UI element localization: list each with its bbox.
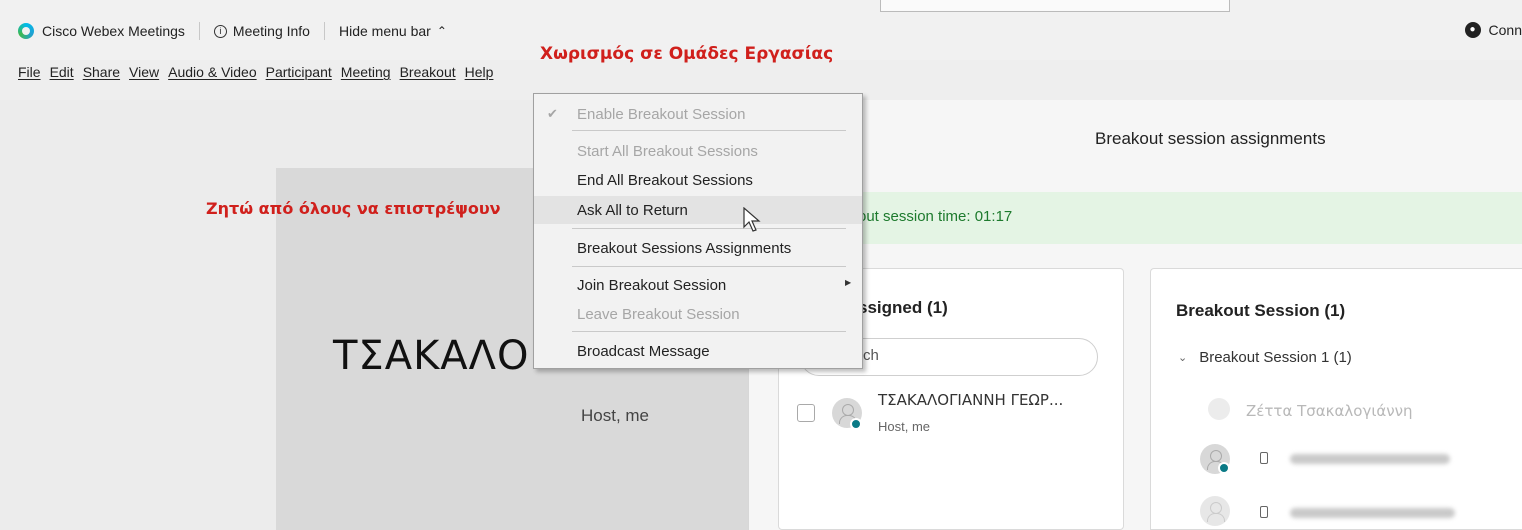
participant-name: ΤΣΑΚΑΛΟΓΙΑΝΝΗ ΓΕΩΡ... <box>878 391 1064 409</box>
menu-view[interactable]: View <box>129 64 159 80</box>
menu-audio-video[interactable]: Audio & Video <box>168 64 256 80</box>
menu-item-start-all[interactable]: Start All Breakout Sessions <box>534 137 862 165</box>
menu-breakout[interactable]: Breakout <box>400 64 456 80</box>
menu-item-label: Broadcast Message <box>577 343 710 360</box>
app-title: Cisco Webex Meetings <box>42 23 185 39</box>
menu-separator <box>572 266 846 267</box>
unassigned-title: ssigned (1) <box>858 298 948 317</box>
app-header: Cisco Webex Meetings i Meeting Info Hide… <box>18 22 447 40</box>
participant-checkbox[interactable] <box>797 404 815 422</box>
menu-item-end-all[interactable]: End All Breakout Sessions <box>534 166 862 194</box>
menu-item-leave-session[interactable]: Leave Breakout Session <box>534 300 862 328</box>
webex-logo-icon <box>18 23 34 39</box>
chevron-down-icon: ⌄ <box>1178 352 1188 364</box>
hide-menu-bar-label: Hide menu bar <box>338 23 431 39</box>
connect-button[interactable]: ● Conn <box>1464 22 1522 38</box>
meeting-info-label: Meeting Info <box>232 23 310 39</box>
menu-participant[interactable]: Participant <box>266 64 332 80</box>
checkmark-icon: ✔ <box>547 106 558 121</box>
menu-edit[interactable]: Edit <box>50 64 74 80</box>
menu-item-label: Start All Breakout Sessions <box>577 143 758 160</box>
annotation-breakout: Χωρισμός σε Ομάδες Εργασίας <box>540 44 834 64</box>
breakout-dropdown-menu: ✔ Enable Breakout Session Start All Brea… <box>533 93 863 369</box>
phone-icon <box>1260 452 1268 464</box>
status-indicator-icon <box>850 418 862 430</box>
menu-item-label: Breakout Sessions Assignments <box>577 240 792 257</box>
menu-separator <box>572 130 846 131</box>
chevron-up-icon: ⌃ <box>436 24 447 38</box>
member-avatar <box>1208 398 1230 420</box>
menu-item-enable-breakout[interactable]: ✔ Enable Breakout Session <box>534 100 862 128</box>
menu-help[interactable]: Help <box>465 64 494 80</box>
menu-item-label: End All Breakout Sessions <box>577 172 753 189</box>
submenu-arrow-icon: ▶ <box>845 278 852 287</box>
member-avatar <box>1200 496 1230 526</box>
hide-menu-bar-button[interactable]: Hide menu bar ⌃ <box>339 23 447 39</box>
blurred-member-name <box>1290 508 1455 518</box>
blurred-member-name <box>1290 454 1450 464</box>
menu-item-join-session[interactable]: Join Breakout Session ▶ <box>534 271 862 299</box>
menu-share[interactable]: Share <box>83 64 120 80</box>
menu-item-label: Join Breakout Session <box>577 277 727 294</box>
video-participant-role: Host, me <box>581 406 650 425</box>
connect-icon: ● <box>1464 22 1481 38</box>
participant-role: Host, me <box>878 419 931 434</box>
floating-toolbar-edge <box>880 0 1230 12</box>
menu-item-broadcast[interactable]: Broadcast Message <box>534 337 862 365</box>
menu-file[interactable]: File <box>18 64 41 80</box>
panel-title: Breakout session assignments <box>1095 129 1326 148</box>
meeting-info-button[interactable]: i Meeting Info <box>213 23 310 39</box>
menu-item-ask-all-to-return[interactable]: Ask All to Return <box>534 196 862 224</box>
status-indicator-icon <box>1218 462 1230 474</box>
menu-meeting[interactable]: Meeting <box>341 64 391 80</box>
mouse-pointer-icon <box>743 207 761 232</box>
connect-label: Conn <box>1488 22 1522 38</box>
menu-item-label: Ask All to Return <box>577 202 688 219</box>
breakout-sessions-title: Breakout Session (1) <box>1176 301 1346 320</box>
info-icon: i <box>213 24 227 38</box>
phone-icon <box>1260 506 1268 518</box>
menu-separator <box>572 331 846 332</box>
annotation-ask-return: Ζητώ από όλους να επιστρέψουν <box>206 199 501 218</box>
session-timer-text: out session time: 01:17 <box>858 208 1013 225</box>
divider <box>323 22 325 40</box>
session-name: Breakout Session 1 (1) <box>1199 349 1352 366</box>
divider <box>198 22 200 40</box>
menu-item-assignments[interactable]: Breakout Sessions Assignments <box>534 234 862 262</box>
menu-separator <box>572 228 846 229</box>
menu-bar: File Edit Share View Audio & Video Parti… <box>18 64 502 80</box>
menu-item-label: Leave Breakout Session <box>577 306 740 323</box>
menu-item-label: Enable Breakout Session <box>577 106 746 123</box>
session-group-toggle[interactable]: ⌄ Breakout Session 1 (1) <box>1178 349 1352 366</box>
session-member-name: Ζέττα Τσακαλογιάννη <box>1246 402 1413 420</box>
